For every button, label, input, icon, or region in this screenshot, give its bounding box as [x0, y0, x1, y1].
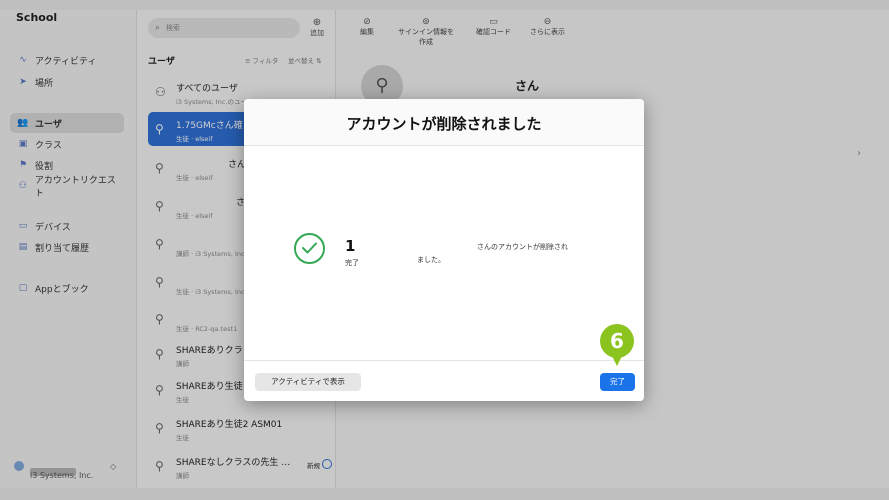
checkmark-icon	[294, 233, 325, 264]
completed-count: 1	[345, 237, 356, 255]
step-marker: 6	[600, 324, 634, 358]
deletion-result-dialog: アカウントが削除されました 1 完了 さんのアカウントが削除され ました。 アク…	[244, 99, 644, 401]
app-window: School ∿ アクティビティ ➤ 場所 👥 ユーザ ▣ クラス ⚑ 役割 ⚇…	[0, 0, 889, 500]
result-message-line2: ました。	[417, 256, 445, 264]
view-activity-button[interactable]: アクティビティで表示	[255, 373, 361, 391]
dialog-title: アカウントが削除されました	[346, 115, 542, 133]
dialog-header: アカウントが削除されました	[244, 99, 644, 146]
completed-label: 完了	[345, 259, 359, 267]
result-message-line1: さんのアカウントが削除され	[477, 243, 568, 251]
done-button[interactable]: 完了	[600, 373, 635, 391]
dialog-footer: アクティビティで表示 完了	[244, 360, 644, 402]
